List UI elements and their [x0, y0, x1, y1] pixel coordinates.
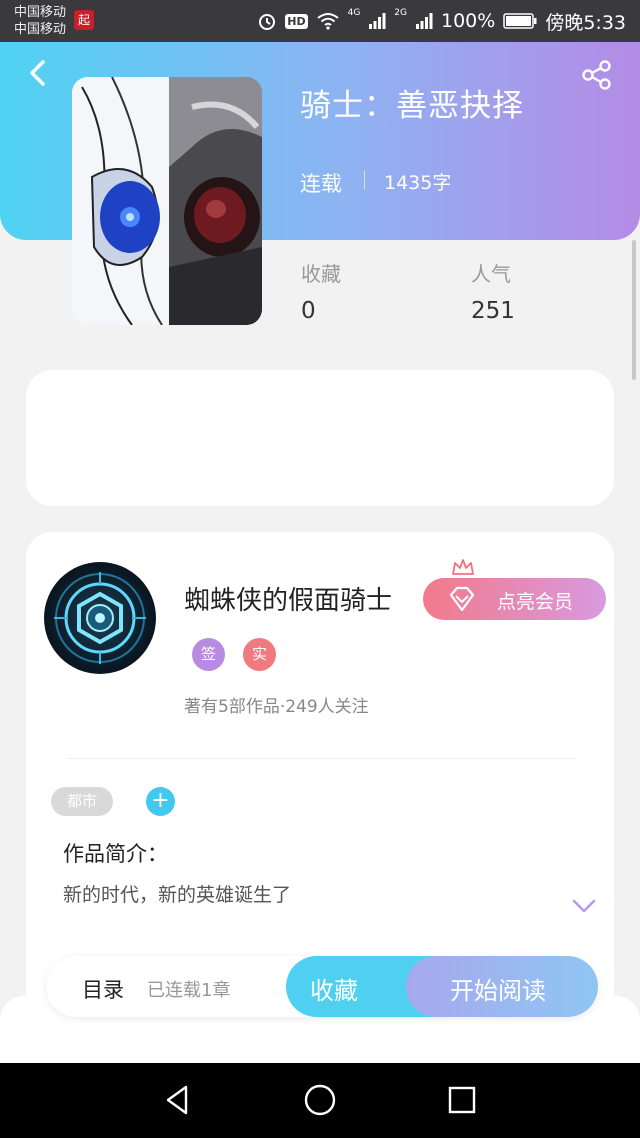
book-word-count: 1435字 [384, 172, 452, 194]
battery-percent: 100% [441, 10, 496, 32]
stat-favorites-label: 收藏 [301, 262, 341, 286]
vip-button[interactable]: 点亮会员 [423, 578, 606, 620]
stat-popularity-value: 251 [471, 298, 515, 324]
signal-icon-2 [416, 13, 433, 29]
author-stats: 著有5部作品·249人关注 [184, 697, 369, 717]
stat-favorites-value: 0 [301, 298, 316, 324]
carrier-labels: 中国移动 中国移动 [14, 4, 66, 38]
blank-card [26, 370, 614, 506]
nav-home-icon[interactable] [302, 1082, 338, 1118]
book-cover[interactable] [72, 77, 262, 325]
book-title: 骑士：善恶抉择 [300, 88, 524, 124]
meta-divider [364, 170, 365, 190]
book-status: 连载 [300, 172, 342, 196]
intro-text: 新的时代，新的英雄诞生了 [63, 884, 292, 906]
diamond-icon [449, 586, 475, 612]
share-icon[interactable] [580, 58, 614, 92]
avatar-art-image [54, 572, 146, 664]
net-type-2: 2G [394, 8, 407, 18]
nav-back-icon[interactable] [160, 1082, 196, 1118]
chapter-count[interactable]: 已连载1章 [147, 976, 230, 1002]
hd-icon: HD [285, 13, 308, 29]
wifi-icon [316, 13, 339, 30]
intro-heading: 作品简介： [63, 842, 168, 866]
vip-button-label: 点亮会员 [497, 591, 574, 613]
start-reading-button[interactable]: 开始阅读 [406, 956, 598, 1017]
status-icons: HD 4G 2G 100% 傍晚5:33 [257, 8, 626, 34]
signed-badge: 签 [192, 638, 225, 671]
stat-popularity-label: 人气 [471, 262, 511, 286]
author-avatar[interactable] [44, 562, 156, 674]
divider [66, 758, 576, 759]
carrier-2: 中国移动 [14, 22, 67, 37]
clock: 傍晚5:33 [545, 11, 626, 34]
net-type-1: 4G [347, 8, 361, 18]
chevron-down-icon[interactable] [570, 896, 598, 916]
crown-icon [452, 559, 474, 575]
signal-icon [369, 13, 386, 29]
scrollbar[interactable] [632, 240, 636, 380]
nav-recents-icon[interactable] [444, 1082, 480, 1118]
toc-button[interactable]: 目录 [82, 974, 124, 1004]
author-name[interactable]: 蜘蛛侠的假面骑士 [184, 580, 392, 617]
add-tag-button[interactable]: + [146, 787, 175, 816]
start-reading-label: 开始阅读 [450, 977, 546, 1005]
genre-tag[interactable]: 都市 [51, 787, 113, 816]
collect-button-label: 收藏 [310, 977, 358, 1005]
app-notification-icon: 起 [74, 10, 94, 30]
battery-icon [503, 13, 537, 29]
alarm-icon [259, 14, 276, 30]
status-bar: 中国移动 中国移动 起 HD 4G 2G 100% 傍晚5:33 [0, 0, 640, 42]
carrier-1: 中国移动 [14, 5, 67, 20]
cover-art-image [72, 77, 262, 325]
back-arrow-icon[interactable] [24, 58, 52, 88]
verified-badge: 实 [243, 638, 276, 671]
